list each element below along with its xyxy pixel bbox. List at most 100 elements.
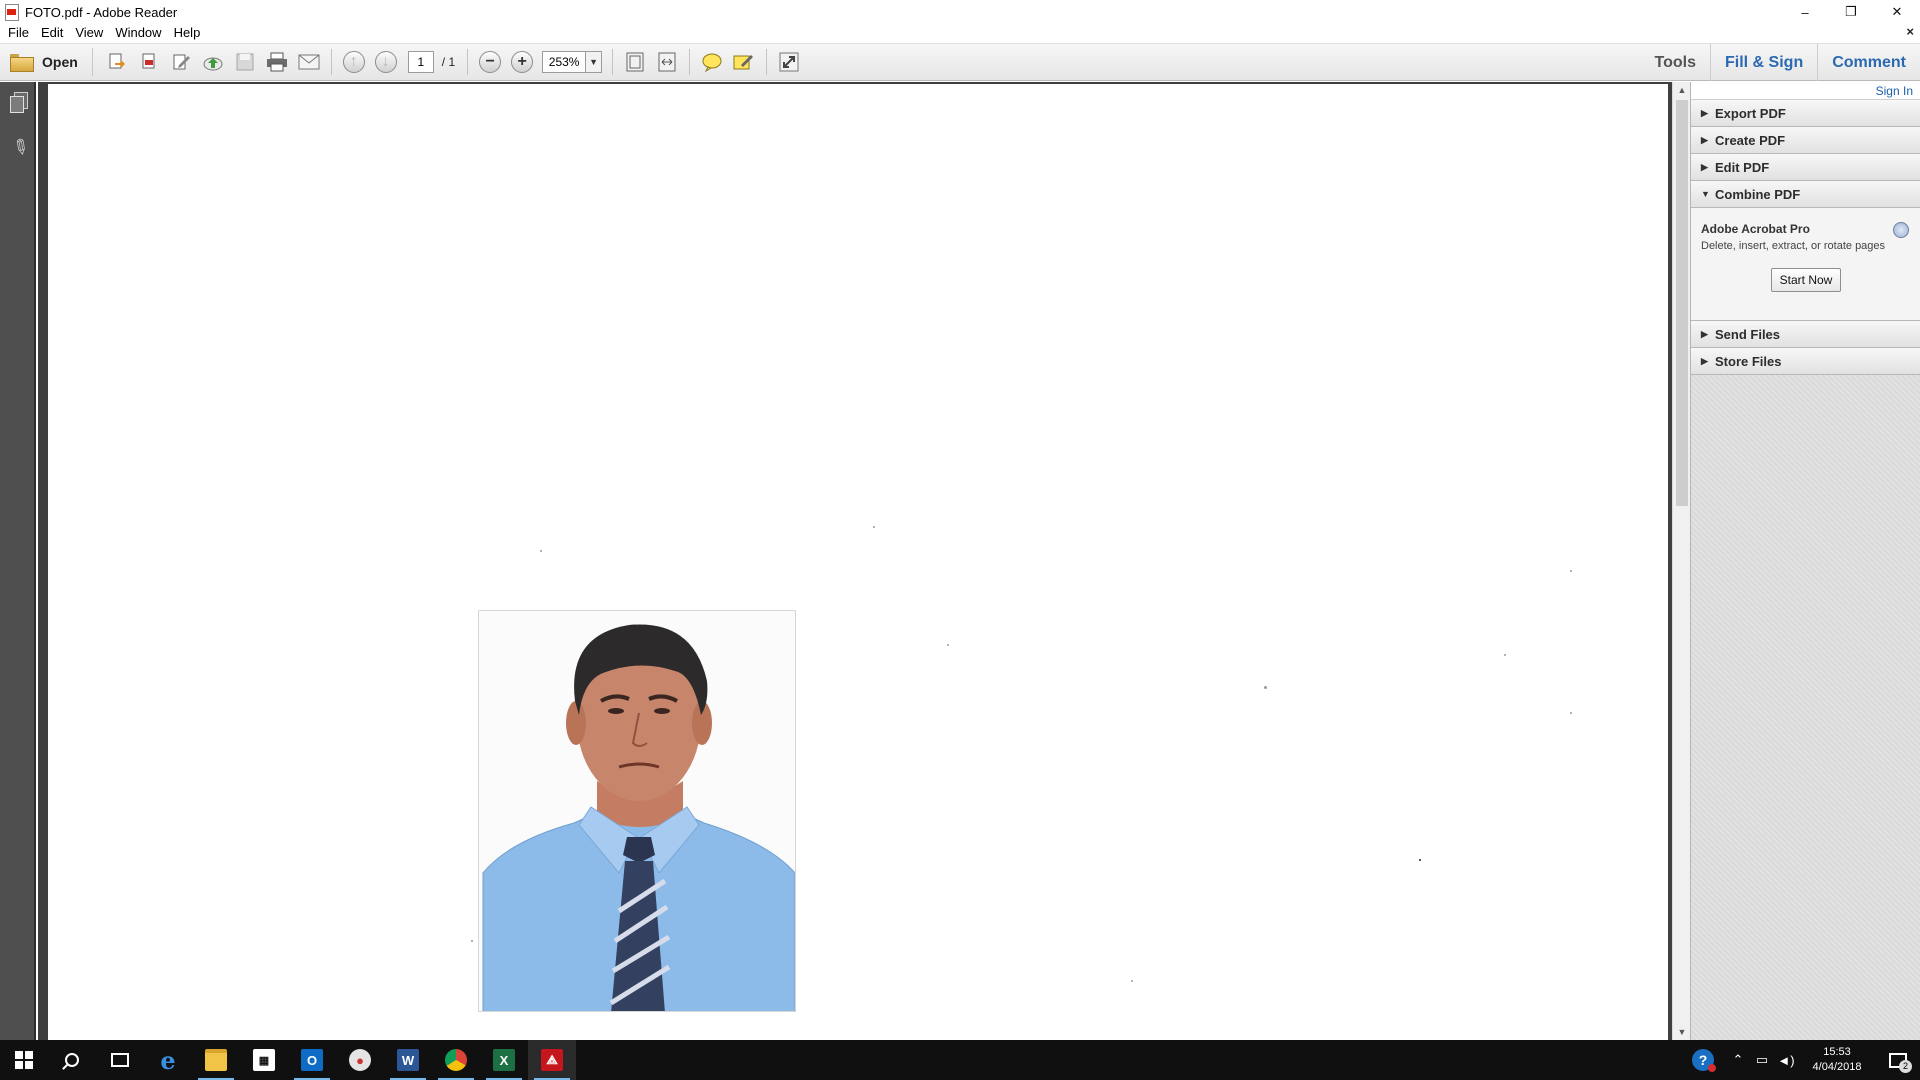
scroll-up-icon[interactable]: ▲ (1673, 82, 1691, 98)
zoom-select[interactable]: 253% ▼ (542, 51, 603, 73)
scan-speck (1264, 686, 1267, 689)
menu-edit[interactable]: Edit (35, 23, 69, 43)
panel-label: Combine PDF (1715, 186, 1801, 202)
close-document-button[interactable]: × (1906, 24, 1914, 39)
panel-export-pdf[interactable]: ▶ Export PDF (1691, 100, 1920, 127)
next-page-icon[interactable]: ↓ (374, 51, 397, 73)
file-explorer-icon[interactable] (192, 1040, 240, 1080)
zoom-value[interactable]: 253% (542, 51, 587, 73)
save-icon[interactable] (233, 50, 257, 74)
highlight-icon[interactable] (732, 50, 756, 74)
menu-file[interactable]: File (2, 23, 35, 43)
taskbar: e ▦ O ● W X ⟁ ? ⌃ ▭ ◄) 15:53 4/04/2018 2 (0, 1040, 1920, 1080)
expand-icon[interactable] (777, 50, 801, 74)
help-icon[interactable]: ? (1692, 1049, 1726, 1072)
portrait-image (479, 611, 795, 1011)
chevron-right-icon: ▶ (1701, 134, 1708, 145)
restore-button[interactable]: ❐ (1828, 0, 1874, 24)
edge-icon[interactable]: e (144, 1040, 192, 1080)
excel-icon[interactable]: X (480, 1040, 528, 1080)
minimize-button[interactable]: – (1782, 0, 1828, 24)
volume-icon[interactable]: ◄) (1774, 1053, 1798, 1068)
action-center-icon[interactable]: 2 (1876, 1040, 1920, 1080)
navigation-pane: ✎ (0, 82, 36, 1040)
paint-icon[interactable]: ● (336, 1040, 384, 1080)
scan-speck (471, 940, 473, 942)
clock-time: 15:53 (1823, 1046, 1851, 1058)
scroll-down-icon[interactable]: ▼ (1673, 1024, 1691, 1040)
main-toolbar: Open ↑ ↓ 1 / 1 − + 253% ▼ Tools Fill & S… (0, 44, 1920, 81)
scan-speck (873, 526, 875, 528)
acrobat-icon[interactable]: ⟁ (528, 1040, 576, 1080)
window-title: FOTO.pdf - Adobe Reader (25, 4, 178, 20)
scan-speck (1419, 859, 1421, 861)
start-icon[interactable] (0, 1040, 48, 1080)
chevron-right-icon: ▶ (1701, 355, 1708, 366)
word-icon[interactable]: W (384, 1040, 432, 1080)
store-icon[interactable]: ▦ (240, 1040, 288, 1080)
id-photo (478, 610, 796, 1012)
scan-speck (947, 644, 949, 646)
chevron-right-icon: ▶ (1701, 328, 1708, 339)
open-button[interactable]: Open (10, 48, 93, 76)
chevron-right-icon: ▶ (1701, 161, 1708, 172)
print-icon[interactable] (265, 50, 289, 74)
panel-label: Create PDF (1715, 132, 1786, 148)
vertical-scrollbar[interactable]: ▲ ▼ (1672, 82, 1690, 1040)
page-thumbnails-icon[interactable] (10, 92, 28, 113)
panel-create-pdf[interactable]: ▶ Create PDF (1691, 127, 1920, 154)
tab-tools[interactable]: Tools (1641, 44, 1710, 81)
tab-fill-sign[interactable]: Fill & Sign (1710, 44, 1817, 81)
tab-comment[interactable]: Comment (1817, 44, 1920, 81)
network-icon[interactable]: ▭ (1750, 1052, 1774, 1068)
product-name: Adobe Acrobat Pro (1701, 222, 1810, 236)
toolbar-separator (689, 49, 691, 75)
document-view[interactable] (38, 82, 1672, 1044)
email-icon[interactable] (297, 50, 321, 74)
clock[interactable]: 15:53 4/04/2018 (1798, 1045, 1876, 1075)
menu-window[interactable]: Window (109, 23, 167, 43)
scrollbar-thumb[interactable] (1676, 100, 1688, 506)
scan-speck (1570, 570, 1572, 572)
chrome-icon[interactable] (432, 1040, 480, 1080)
sign-in-link[interactable]: Sign In (1691, 82, 1920, 100)
title-bar: FOTO.pdf - Adobe Reader – ❐ ✕ (0, 0, 1920, 24)
search-icon[interactable] (48, 1040, 96, 1080)
chevron-down-icon: ▼ (1701, 189, 1710, 199)
panel-label: Send Files (1715, 326, 1781, 342)
panel-edit-pdf[interactable]: ▶ Edit PDF (1691, 154, 1920, 181)
menu-view[interactable]: View (69, 23, 109, 43)
panel-store-files[interactable]: ▶ Store Files (1691, 348, 1920, 375)
menu-help[interactable]: Help (168, 23, 207, 43)
menu-bar: File Edit View Window Help × (0, 22, 1920, 44)
upload-cloud-icon[interactable] (201, 50, 225, 74)
scan-speck (1131, 980, 1133, 982)
fit-page-icon[interactable] (623, 50, 647, 74)
panel-label: Store Files (1715, 353, 1782, 369)
attachments-icon[interactable]: ✎ (7, 134, 33, 162)
scan-speck (1504, 654, 1506, 656)
start-now-button[interactable]: Start Now (1771, 268, 1841, 292)
product-description: Delete, insert, extract, or rotate pages (1701, 240, 1886, 252)
page-number-input[interactable]: 1 (407, 51, 434, 73)
export-pdf-icon[interactable] (137, 50, 161, 74)
chevron-down-icon[interactable]: ▼ (586, 51, 603, 73)
sticky-note-icon[interactable] (700, 50, 724, 74)
previous-page-icon[interactable]: ↑ (342, 51, 365, 73)
panel-send-files[interactable]: ▶ Send Files (1691, 321, 1920, 348)
edit-document-icon[interactable] (169, 50, 193, 74)
toolbar-separator (467, 49, 469, 75)
zoom-in-icon[interactable]: + (511, 51, 534, 73)
folder-icon (10, 54, 34, 72)
chevron-up-icon[interactable]: ⌃ (1726, 1052, 1750, 1068)
fit-width-icon[interactable] (655, 50, 679, 74)
combine-pdf-content: Adobe Acrobat Pro Delete, insert, extrac… (1691, 208, 1920, 321)
outlook-icon[interactable]: O (288, 1040, 336, 1080)
acrobat-pro-icon (1893, 222, 1909, 238)
create-pdf-icon[interactable] (105, 50, 129, 74)
zoom-out-icon[interactable]: − (479, 51, 502, 73)
close-button[interactable]: ✕ (1874, 0, 1920, 24)
panel-label: Export PDF (1715, 105, 1786, 121)
panel-combine-pdf[interactable]: ▼ Combine PDF (1691, 181, 1920, 208)
task-view-icon[interactable] (96, 1040, 144, 1080)
